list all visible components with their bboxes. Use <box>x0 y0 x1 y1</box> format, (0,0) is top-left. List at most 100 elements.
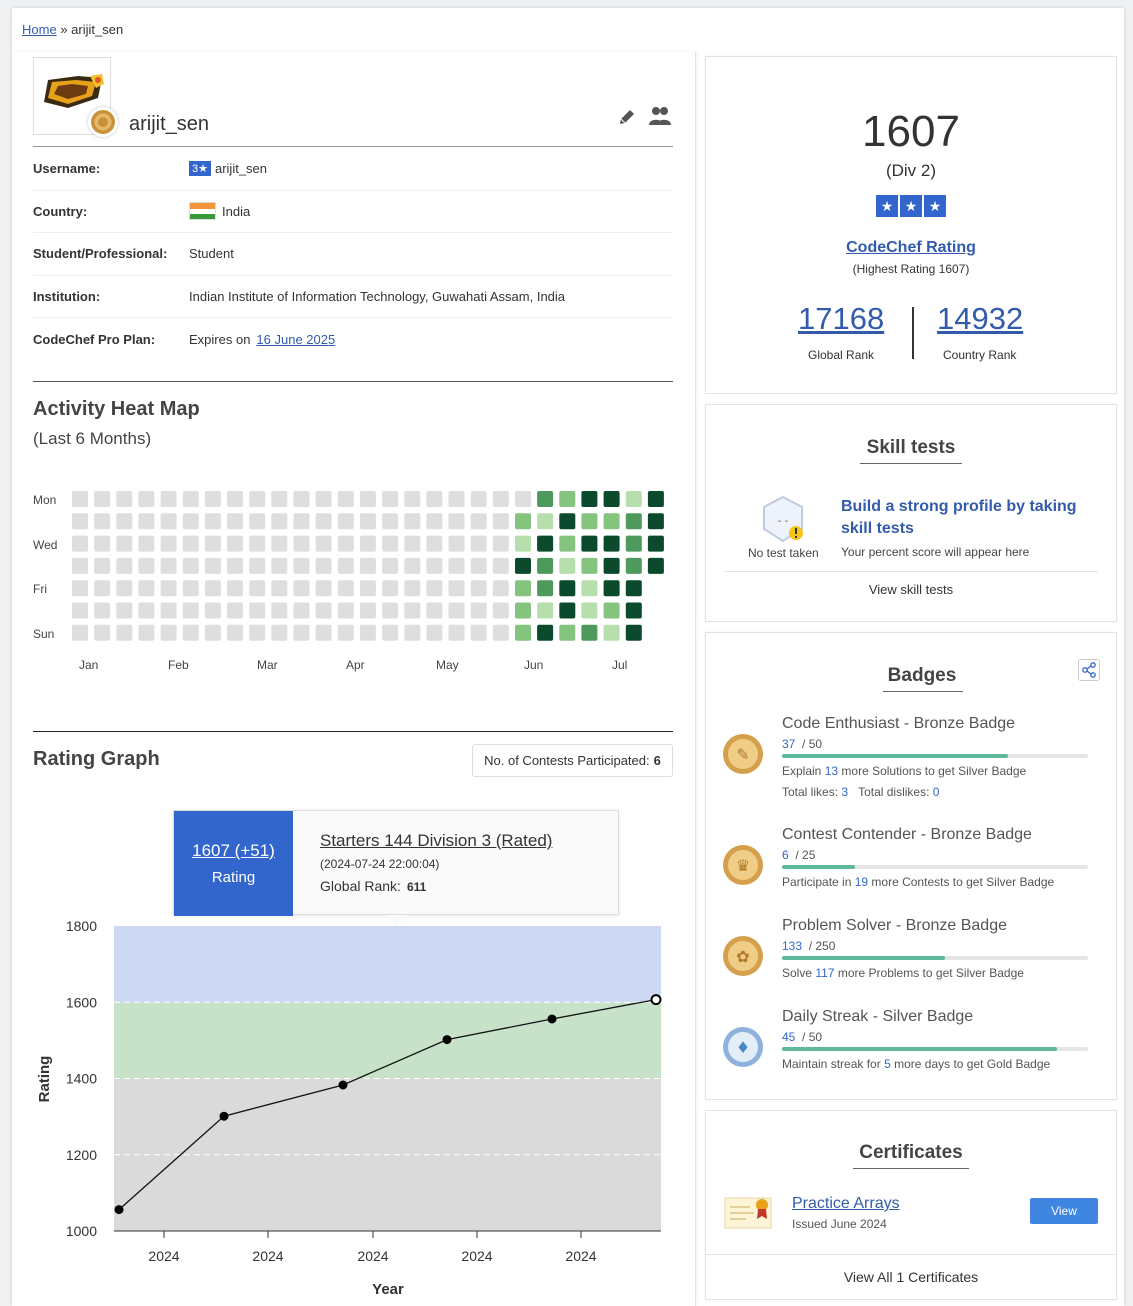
heatmap-cell[interactable] <box>249 491 266 507</box>
heatmap-cell[interactable] <box>227 557 243 574</box>
heatmap-cell[interactable] <box>559 513 576 530</box>
heatmap-cell[interactable] <box>359 535 376 552</box>
heatmap-cell[interactable] <box>116 491 133 507</box>
heatmap-cell[interactable] <box>426 535 443 552</box>
heatmap-cell[interactable] <box>204 624 221 641</box>
heatmap-cell[interactable] <box>249 535 266 552</box>
heatmap-cell[interactable] <box>404 602 421 619</box>
heatmap-cell[interactable] <box>116 580 133 597</box>
view-skill-tests-link[interactable]: View skill tests <box>706 582 1116 597</box>
share-icon[interactable] <box>1078 659 1100 681</box>
heatmap-cell[interactable] <box>182 580 199 597</box>
heatmap-cell[interactable] <box>448 513 465 530</box>
heatmap-cell[interactable] <box>647 557 664 574</box>
certificate-name-link[interactable]: Practice Arrays <box>792 1195 900 1213</box>
heatmap-cell[interactable] <box>581 557 598 574</box>
heatmap-cell[interactable] <box>559 491 576 507</box>
heatmap-cell[interactable] <box>382 557 399 574</box>
heatmap-cell[interactable] <box>359 513 376 530</box>
heatmap-cell[interactable] <box>94 491 111 507</box>
heatmap-cell[interactable] <box>470 580 487 597</box>
heatmap-cell[interactable] <box>337 580 354 597</box>
heatmap-cell[interactable] <box>271 557 288 574</box>
heatmap-cell[interactable] <box>271 491 288 507</box>
heatmap-cell[interactable] <box>293 624 310 641</box>
heatmap-cell[interactable] <box>448 580 465 597</box>
heatmap-cell[interactable] <box>359 557 376 574</box>
heatmap-cell[interactable] <box>94 535 111 552</box>
heatmap-cell[interactable] <box>293 535 310 552</box>
global-rank-link[interactable]: 17168 <box>798 301 884 337</box>
heatmap-cell[interactable] <box>625 513 642 530</box>
heatmap-cell[interactable] <box>116 624 133 641</box>
heatmap-cell[interactable] <box>559 535 576 552</box>
heatmap-cell[interactable] <box>160 491 177 507</box>
heatmap-cell[interactable] <box>470 513 487 530</box>
heatmap-cell[interactable] <box>204 557 221 574</box>
heatmap-cell[interactable] <box>470 602 487 619</box>
heatmap-cell[interactable] <box>315 491 332 507</box>
heatmap-cell[interactable] <box>603 513 620 530</box>
heatmap-cell[interactable] <box>227 580 243 597</box>
heatmap-cell[interactable] <box>359 491 376 507</box>
heatmap-cell[interactable] <box>94 624 111 641</box>
heatmap-cell[interactable] <box>382 580 399 597</box>
heatmap-cell[interactable] <box>625 602 642 619</box>
heatmap-cell[interactable] <box>603 557 620 574</box>
heatmap-cell[interactable] <box>426 557 443 574</box>
badge-item[interactable]: ✎ Code Enthusiast - Bronze Badge 37 / 50… <box>722 715 1102 799</box>
heatmap-cell[interactable] <box>182 535 199 552</box>
codechef-rating-link[interactable]: CodeChef Rating <box>846 239 976 256</box>
heatmap-cell[interactable] <box>204 602 221 619</box>
heatmap-cell[interactable] <box>426 513 443 530</box>
heatmap-cell[interactable] <box>448 557 465 574</box>
heatmap-cell[interactable] <box>315 557 332 574</box>
heatmap-cell[interactable] <box>182 602 199 619</box>
heatmap-cell[interactable] <box>94 580 111 597</box>
heatmap-cell[interactable] <box>138 535 155 552</box>
heatmap-cell[interactable] <box>625 491 642 507</box>
heatmap-cell[interactable] <box>559 557 576 574</box>
heatmap-cell[interactable] <box>515 624 531 641</box>
heatmap-cell[interactable] <box>448 491 465 507</box>
heatmap-cell[interactable] <box>271 602 288 619</box>
heatmap-cell[interactable] <box>537 557 554 574</box>
heatmap-cell[interactable] <box>337 624 354 641</box>
heatmap-cell[interactable] <box>182 513 199 530</box>
heatmap-cell[interactable] <box>404 580 421 597</box>
heatmap-cell[interactable] <box>625 557 642 574</box>
heatmap-cell[interactable] <box>581 513 598 530</box>
heatmap-cell[interactable] <box>271 535 288 552</box>
heatmap-cell[interactable] <box>227 491 243 507</box>
heatmap-cell[interactable] <box>537 491 554 507</box>
heatmap-cell[interactable] <box>537 602 554 619</box>
heatmap-cell[interactable] <box>204 513 221 530</box>
heatmap-cell[interactable] <box>537 580 554 597</box>
heatmap-cell[interactable] <box>515 580 531 597</box>
edit-pencil-icon[interactable] <box>617 107 637 127</box>
heatmap-cell[interactable] <box>116 557 133 574</box>
heatmap-cell[interactable] <box>271 624 288 641</box>
heatmap-cell[interactable] <box>72 491 88 507</box>
tooltip-contest-link[interactable]: Starters 144 Division 3 (Rated) <box>320 831 552 851</box>
heatmap-cell[interactable] <box>138 580 155 597</box>
heatmap-cell[interactable] <box>426 580 443 597</box>
heatmap-cell[interactable] <box>581 535 598 552</box>
heatmap-cell[interactable] <box>470 491 487 507</box>
heatmap-cell[interactable] <box>382 491 399 507</box>
heatmap-cell[interactable] <box>359 624 376 641</box>
heatmap-cell[interactable] <box>337 535 354 552</box>
heatmap-cell[interactable] <box>182 557 199 574</box>
heatmap-cell[interactable] <box>448 624 465 641</box>
badge-item[interactable]: ♦ Daily Streak - Silver Badge 45 / 50 Ma… <box>722 1008 1102 1090</box>
heatmap-cell[interactable] <box>293 557 310 574</box>
heatmap-cell[interactable] <box>382 513 399 530</box>
heatmap-cell[interactable] <box>492 580 509 597</box>
heatmap-cell[interactable] <box>515 491 531 507</box>
heatmap-cell[interactable] <box>515 557 531 574</box>
heatmap-cell[interactable] <box>426 491 443 507</box>
heatmap-cell[interactable] <box>426 624 443 641</box>
heatmap-cell[interactable] <box>94 602 111 619</box>
heatmap-cell[interactable] <box>625 580 642 597</box>
heatmap-cell[interactable] <box>337 557 354 574</box>
